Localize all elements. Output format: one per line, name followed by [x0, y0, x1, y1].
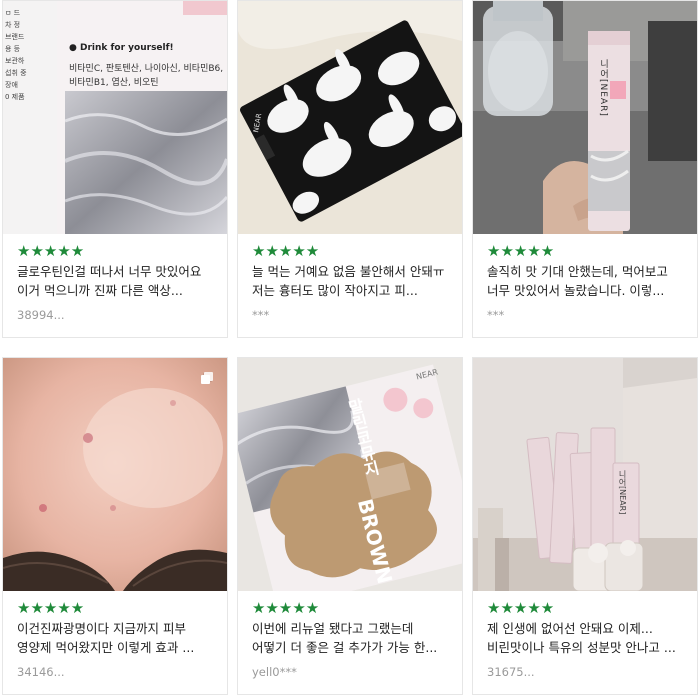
- sticks-in-organizer-photo: [473, 358, 697, 591]
- image-caption: ● Drink for yourself!: [69, 43, 174, 53]
- image-caption: 니어[NEAR]: [618, 470, 627, 515]
- svg-text:ㅁ 드: ㅁ 드: [5, 9, 21, 17]
- review-text[interactable]: 솔직히 맛 기대 안했는데, 먹어보고 너무 맛있어서 놀랐습니다. 이렇...: [487, 262, 685, 300]
- review-author: 34146...: [17, 665, 65, 679]
- review-photo[interactable]: [3, 358, 227, 591]
- star-rating: ★★★★★: [17, 242, 85, 260]
- review-text[interactable]: 이번에 리뉴얼 됐다고 그랬는데 어떻기 더 좋은 걸 추가가 가능 한...: [252, 619, 450, 657]
- star-rating: ★★★★★: [487, 242, 555, 260]
- review-card[interactable]: 니어[NEAR] ★★★★★ 솔직히 맛 기대 안했는데, 먹어보고 너무 맛있…: [472, 0, 698, 338]
- review-grid: ㅁ 드차 정브랜드 용 등보관하섭취 중 장애 0 제품 ● Drink for…: [2, 0, 698, 700]
- review-text[interactable]: 글로우틴인걸 떠나서 너무 맛있어요 이거 먹으니까 진짜 다른 액상...: [17, 262, 215, 300]
- svg-text:섭취 중: 섭취 중: [5, 68, 27, 77]
- product-package-photo: [238, 358, 462, 591]
- star-rating: ★★★★★: [17, 599, 85, 617]
- star-rating: ★★★★★: [252, 242, 320, 260]
- image-caption: 비타민C, 판토텐산, 나이아신, 비타민B6,: [69, 64, 224, 74]
- star-rating: ★★★★★: [487, 599, 555, 617]
- review-photo[interactable]: NEAR: [238, 1, 462, 234]
- review-card[interactable]: 말린코뮤지 BROWN NEAR ★★★★★ 이번에 리뉴얼 됐다고 그랬는데 …: [237, 357, 463, 695]
- review-card[interactable]: ★★★★★ 이건진짜광명이다 지금까지 피부 영양제 먹어왔지만 이렇게 효과 …: [2, 357, 228, 695]
- review-card[interactable]: NEAR ★★★★★ 늘 먹는 거예요 없음 불안해서 안돼ㅠ 저는 흉터도 많…: [237, 0, 463, 338]
- svg-text:용 등: 용 등: [5, 45, 21, 53]
- stick-in-hand-photo: [473, 1, 697, 234]
- review-author: yell0***: [252, 665, 297, 679]
- review-author: 38994...: [17, 308, 65, 322]
- pouch-photo: [238, 1, 462, 234]
- image-caption: 니어[NEAR]: [598, 59, 608, 117]
- svg-text:장애: 장애: [5, 80, 18, 89]
- review-card[interactable]: ㅁ 드차 정브랜드 용 등보관하섭취 중 장애 0 제품 ● Drink for…: [2, 0, 228, 338]
- product-box-photo: ㅁ 드차 정브랜드 용 등보관하섭취 중 장애 0 제품: [3, 1, 227, 234]
- svg-text:브랜드: 브랜드: [5, 32, 25, 41]
- review-photo[interactable]: 말린코뮤지 BROWN NEAR: [238, 358, 462, 591]
- svg-text:보관하: 보관하: [5, 56, 25, 65]
- review-author: 31675...: [487, 665, 535, 679]
- svg-text:0 제품: 0 제품: [5, 93, 25, 101]
- star-rating: ★★★★★: [252, 599, 320, 617]
- image-caption: 비타민B1, 엽산, 비오틴: [69, 78, 159, 88]
- review-text[interactable]: 늘 먹는 거예요 없음 불안해서 안돼ㅠ 저는 흉터도 많이 작아지고 피...: [252, 262, 450, 300]
- review-text[interactable]: 이건진짜광명이다 지금까지 피부 영양제 먹어왔지만 이렇게 효과 ...: [17, 619, 215, 657]
- svg-text:차 정: 차 정: [5, 20, 20, 29]
- skin-closeup-photo: [3, 358, 227, 591]
- review-author: ***: [252, 308, 270, 322]
- review-text[interactable]: 제 인생에 없어선 안돼요 이제... 비린맛이나 특유의 성분맛 안나고 ..…: [487, 619, 685, 657]
- review-card[interactable]: 니어[NEAR] ★★★★★ 제 인생에 없어선 안돼요 이제... 비린맛이나…: [472, 357, 698, 695]
- review-photo[interactable]: 니어[NEAR]: [473, 1, 697, 234]
- review-photo[interactable]: ㅁ 드차 정브랜드 용 등보관하섭취 중 장애 0 제품 ● Drink for…: [3, 1, 227, 234]
- review-author: ***: [487, 308, 505, 322]
- multi-image-icon: [201, 372, 213, 384]
- review-photo[interactable]: 니어[NEAR]: [473, 358, 697, 591]
